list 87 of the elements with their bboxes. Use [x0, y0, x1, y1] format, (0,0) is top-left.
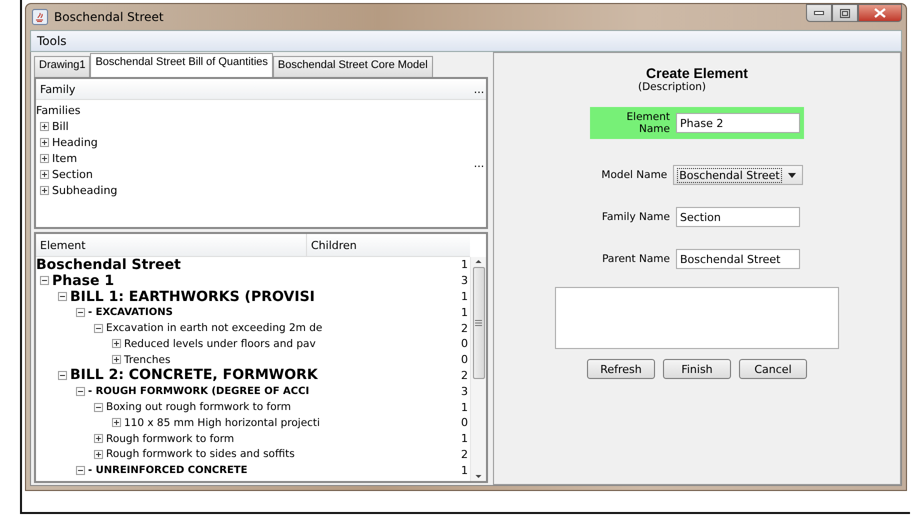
tree-node[interactable]: Subheading	[52, 184, 118, 196]
expand-icon[interactable]	[112, 355, 121, 364]
table-cell-text: 3	[460, 384, 469, 398]
form-button[interactable]: Finish	[663, 359, 731, 379]
caret-icon	[788, 172, 796, 178]
table-cell-text: 0	[460, 353, 469, 366]
tree-node[interactable]: Families	[36, 104, 80, 116]
table-cell-text: 1	[460, 464, 469, 477]
tab[interactable]: Drawing1	[34, 56, 90, 77]
row-menu-button[interactable]: ...	[472, 157, 486, 170]
collapse-icon[interactable]	[58, 292, 67, 301]
tree-node[interactable]: Rough formwork to sides and soffits	[106, 448, 295, 460]
column-menu-button[interactable]: ...	[472, 82, 486, 96]
tree-node[interactable]: Boschendal Street	[36, 257, 181, 273]
input-field[interactable]: Section	[676, 207, 800, 227]
tree-node[interactable]: Section	[52, 168, 93, 180]
tree-node[interactable]: 110 x 85 mm High horizontal projecti	[124, 416, 320, 429]
tree-node[interactable]: Trenches	[124, 354, 170, 366]
tree-node[interactable]: Excavation in earth not exceeding 2m de	[106, 322, 322, 334]
form-title: Create Element	[646, 65, 748, 81]
table-cell-text: 0	[460, 416, 469, 430]
input-field[interactable]: Phase 2	[676, 113, 800, 133]
expand-icon[interactable]	[94, 450, 103, 459]
collapse-icon[interactable]	[76, 386, 85, 396]
expand-icon[interactable]	[40, 138, 49, 146]
tree-node[interactable]: Reduced levels under floors and pav	[124, 338, 316, 350]
expand-icon[interactable]	[40, 186, 49, 194]
minimize-icon	[814, 11, 824, 15]
input-field[interactable]: Boschendal Street	[676, 249, 800, 269]
close-button[interactable]	[858, 4, 902, 22]
tree-node[interactable]: - UNREINFORCED CONCRETE	[88, 464, 248, 476]
table-cell-text: 3	[460, 274, 469, 288]
form-subtitle: (Description)	[638, 81, 706, 93]
scroll-down-icon[interactable]	[475, 473, 482, 481]
table-cell-text: 0	[460, 337, 469, 350]
close-icon	[874, 8, 886, 18]
table-cell-text: 1	[460, 400, 469, 414]
tree-node[interactable]: Bill	[52, 120, 69, 132]
dropdown[interactable]: Boschendal Street	[673, 165, 803, 185]
form-button[interactable]: Refresh	[587, 359, 655, 379]
expand-icon[interactable]	[40, 122, 49, 130]
field-label: Element Name	[626, 111, 670, 135]
form-button[interactable]: Cancel	[739, 359, 807, 379]
scroll-up-icon[interactable]	[475, 257, 482, 265]
field-label: Model Name	[600, 169, 668, 181]
maximize-icon	[840, 8, 850, 18]
grip-icon	[475, 320, 482, 326]
tree-node[interactable]: BILL 1: EARTHWORKS (PROVISI	[70, 288, 315, 304]
tree-node[interactable]: Phase 1	[52, 272, 114, 289]
table-cell-text: 2	[460, 322, 469, 335]
collapse-icon[interactable]	[40, 276, 49, 286]
expand-icon[interactable]	[40, 170, 49, 178]
collapse-icon[interactable]	[94, 402, 103, 412]
collapse-icon[interactable]	[58, 370, 67, 380]
tree-node[interactable]: Rough formwork to form	[106, 432, 234, 445]
tab[interactable]: Boschendal Street Bill of Quantities	[90, 53, 273, 77]
column-header[interactable]: Element	[40, 238, 86, 252]
table-cell-text: 1	[460, 290, 469, 303]
table-cell-text: 1	[460, 432, 469, 446]
window-title: Boschendal Street	[54, 10, 164, 24]
expand-icon[interactable]	[112, 339, 121, 348]
expand-icon[interactable]	[94, 434, 103, 444]
collapse-icon[interactable]	[76, 466, 85, 475]
collapse-icon[interactable]	[76, 308, 85, 317]
table-cell-text: 2	[460, 448, 469, 461]
app-icon	[32, 9, 48, 25]
field-label: Family Name	[600, 211, 670, 223]
table-cell-text: 1	[460, 258, 469, 272]
tree-node[interactable]: - EXCAVATIONS	[88, 306, 173, 318]
column-header[interactable]: Children	[307, 238, 357, 252]
minimize-button[interactable]	[806, 4, 832, 22]
expand-icon[interactable]	[112, 418, 121, 428]
scrollbar[interactable]	[470, 257, 486, 481]
tree-node[interactable]: Boxing out rough formwork to form	[106, 401, 292, 414]
tree-node[interactable]: Heading	[52, 136, 98, 148]
column-header[interactable]: Family	[36, 82, 472, 96]
collapse-icon[interactable]	[94, 324, 103, 333]
menu-item[interactable]: Tools	[35, 34, 69, 48]
tree-node[interactable]: - ROUGH FORMWORK (DEGREE OF ACCI	[88, 386, 310, 397]
tree-node[interactable]: BILL 2: CONCRETE, FORMWORK	[70, 367, 318, 384]
field-label: Parent Name	[601, 253, 670, 265]
tree-node[interactable]: Item	[52, 152, 78, 164]
expand-icon[interactable]	[40, 154, 49, 162]
maximize-button[interactable]	[832, 4, 858, 22]
table-cell-text: 1	[460, 306, 469, 319]
tab[interactable]: Boschendal Street Core Model	[272, 56, 433, 77]
table-cell-text: 2	[460, 368, 469, 382]
